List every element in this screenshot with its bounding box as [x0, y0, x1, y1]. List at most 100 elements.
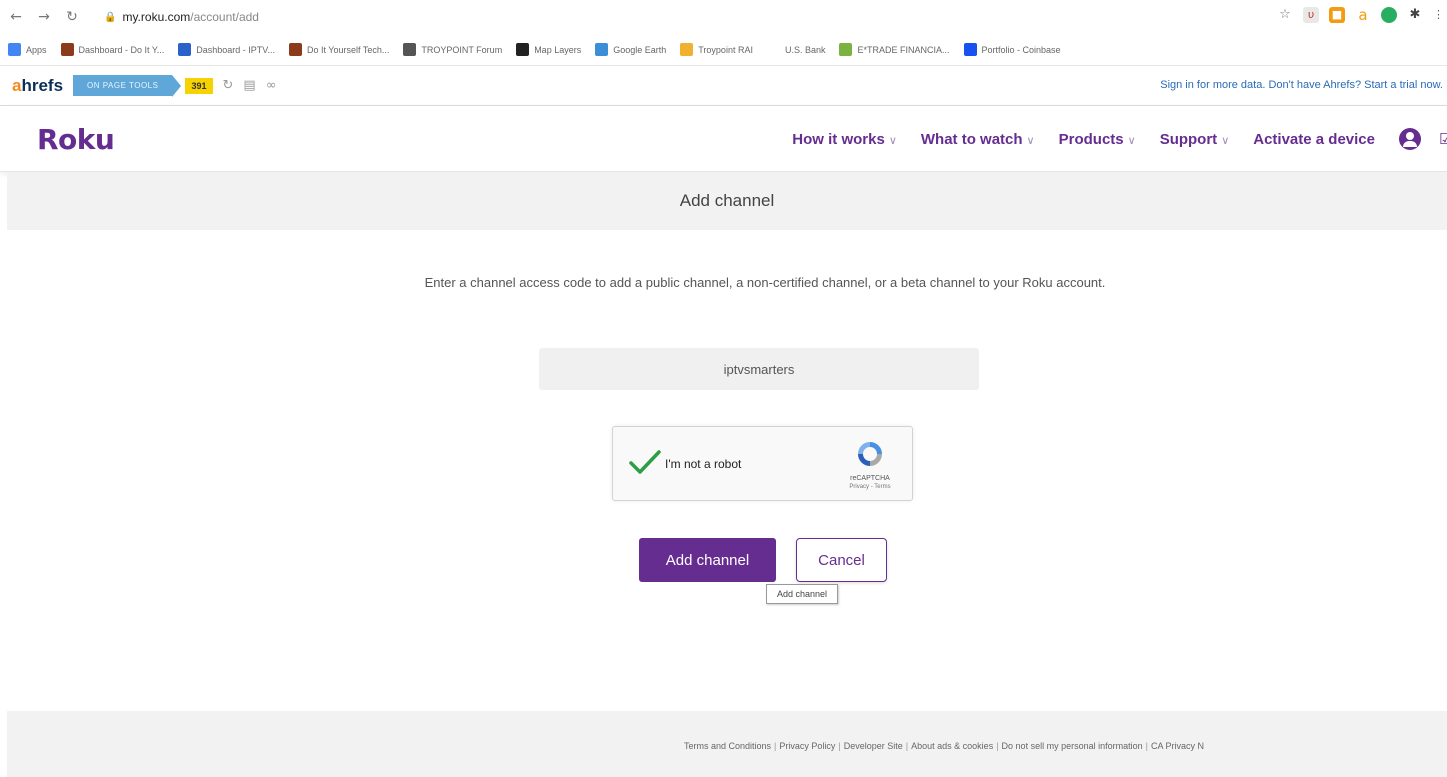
back-arrow-icon[interactable]: ← [4, 9, 28, 25]
nav-what-to-watch-label: What to watch [920, 130, 1023, 148]
bookmark-label: E*TRADE FINANCIA... [857, 44, 950, 55]
nav-products-label: Products [1058, 130, 1124, 148]
chevron-down-icon: ∨ [1026, 134, 1035, 147]
bookmark-item[interactable]: Google Earth [595, 43, 666, 56]
footer-link[interactable]: Do not sell my personal information [1002, 741, 1143, 751]
url-field[interactable]: my.roku.com/account/add [122, 10, 259, 24]
menu-icon[interactable]: ⋮ [1433, 7, 1444, 23]
recaptcha-icon [858, 442, 882, 466]
extension-icons: ☆ υ ■ a ✱ ⋮ [1277, 7, 1444, 23]
recaptcha-widget: I'm not a robot reCAPTCHA Privacy - Term… [612, 426, 913, 501]
dr-badge[interactable]: 391 [185, 77, 213, 94]
bookmark-favicon-icon [766, 43, 780, 56]
page-title: Add channel [679, 191, 775, 210]
bookmark-favicon-icon [60, 43, 74, 56]
bookmark-label: U.S. Bank [784, 44, 826, 55]
browser-address-bar: ← → ↻ 🔒 my.roku.com/account/add ☆ υ ■ a … [0, 0, 1447, 34]
bookmark-favicon-icon [595, 43, 609, 56]
bookmark-favicon-icon [288, 43, 302, 56]
extension-orange-icon[interactable]: ■ [1329, 7, 1345, 23]
nav-support-label: Support [1159, 130, 1218, 148]
roku-logo[interactable]: Roku [37, 123, 115, 156]
bookmark-item[interactable]: Dashboard - Do It Y... [60, 43, 165, 56]
account-user-icon[interactable] [1399, 128, 1421, 150]
reload-icon[interactable]: ↻ [60, 9, 84, 25]
roku-main-nav: How it works ∨ What to watch ∨ Products ∨ S… [792, 128, 1447, 150]
nav-what-to-watch[interactable]: What to watch ∨ [921, 131, 1035, 148]
bookmark-favicon-icon [178, 43, 192, 56]
bookmark-label: Google Earth [613, 44, 667, 55]
roku-header: Roku How it works ∨ What to watch ∨ Produc… [0, 106, 1447, 172]
footer-links: Terms and Conditions | Privacy Policy | Deve… [684, 741, 1204, 751]
on-page-tools-tab[interactable]: ON PAGE TOOLS [73, 75, 173, 96]
bookmark-label: TROYPOINT Forum [421, 44, 503, 55]
nav-activate-device[interactable]: Activate a device [1253, 131, 1375, 148]
checkmark-icon[interactable] [627, 447, 663, 477]
footer-link[interactable]: Privacy Policy [779, 741, 835, 751]
bookmark-label: Portfolio - Coinbase [981, 44, 1061, 55]
chevron-down-icon: ∨ [888, 134, 897, 147]
url-path: /account/add [190, 10, 259, 24]
bookmarks-bar: Apps Dashboard - Do It Y... Dashboard - IP… [0, 34, 1447, 66]
puzzle-icon[interactable]: ✱ [1407, 7, 1423, 23]
recaptcha-links[interactable]: Privacy - Terms [845, 484, 895, 490]
bookmark-favicon-icon [963, 43, 977, 56]
bookmark-item[interactable]: Do It Yourself Tech... [288, 43, 390, 56]
ahrefs-logo[interactable]: ahrefs [12, 76, 63, 96]
footer-separator: | [1145, 741, 1148, 751]
footer-link[interactable]: Developer Site [844, 741, 903, 751]
footer-link[interactable]: About ads & cookies [911, 741, 993, 751]
bookmark-item[interactable]: TROYPOINT Forum [403, 43, 502, 56]
bookmark-label: Apps [26, 44, 47, 55]
cart-icon[interactable]: ☑ [1439, 130, 1447, 148]
chain-icon[interactable]: ∞ [266, 78, 277, 93]
cancel-button[interactable]: Cancel [796, 538, 887, 582]
ahrefs-logo-rest: hrefs [21, 75, 64, 95]
bookmark-item[interactable]: U.S. Bank [766, 43, 826, 56]
bookmark-item[interactable]: Portfolio - Coinbase [963, 43, 1061, 56]
nav-products[interactable]: Products ∨ [1059, 131, 1136, 148]
page-title-band: Add channel [7, 172, 1447, 230]
chevron-down-icon: ∨ [1221, 134, 1230, 147]
footer-separator: | [774, 741, 777, 751]
bookmark-label: Troypoint RAI [698, 44, 753, 55]
link-icon[interactable]: ↻ [223, 78, 234, 93]
star-icon[interactable]: ☆ [1277, 7, 1293, 23]
nav-how-it-works[interactable]: How it works ∨ [792, 131, 897, 148]
bookmark-item[interactable]: Map Layers [516, 43, 581, 56]
bookmark-item[interactable]: Dashboard - IPTV... [178, 43, 275, 56]
bookmark-label: Map Layers [534, 44, 582, 55]
bookmark-item[interactable]: Apps [8, 43, 47, 56]
nav-how-it-works-label: How it works [792, 130, 885, 148]
extension-green-icon[interactable] [1381, 7, 1397, 23]
recaptcha-brand: reCAPTCHA [850, 475, 890, 482]
intro-text: Enter a channel access code to add a pub… [424, 275, 1106, 290]
forward-arrow-icon[interactable]: → [32, 9, 56, 25]
channel-access-code-input[interactable] [539, 348, 979, 390]
add-channel-button[interactable]: Add channel [639, 538, 776, 582]
clipboard-icon[interactable]: ▤ [243, 78, 255, 93]
recaptcha-logo: reCAPTCHA Privacy - Terms [845, 439, 895, 490]
footer: Terms and Conditions | Privacy Policy | Deve… [7, 711, 1447, 777]
bookmark-label: Dashboard - IPTV... [196, 44, 275, 55]
extension-u-icon[interactable]: υ [1303, 7, 1319, 23]
tools-arrow [172, 74, 182, 97]
bookmark-favicon-icon [403, 43, 417, 56]
ahrefs-signin-link[interactable]: Sign in for more data. Don't have Ahrefs… [1160, 79, 1443, 91]
footer-separator: | [996, 741, 999, 751]
ahrefs-toolbar: ahrefs ON PAGE TOOLS 391 ↻ ▤ ∞ Sign in f… [0, 66, 1447, 106]
bookmark-item[interactable]: Troypoint RAI [680, 43, 753, 56]
bookmark-favicon-icon [8, 43, 21, 56]
amazon-icon[interactable]: a [1355, 7, 1371, 23]
bookmark-label: Do It Yourself Tech... [306, 44, 390, 55]
footer-separator: | [905, 741, 909, 751]
nav-support[interactable]: Support ∨ [1160, 131, 1230, 148]
bookmark-label: Dashboard - Do It Y... [78, 44, 165, 55]
footer-link[interactable]: Terms and Conditions [684, 741, 771, 751]
footer-link[interactable]: CA Privacy N [1151, 741, 1204, 751]
url-host: my.roku.com [122, 10, 191, 24]
chevron-down-icon: ∨ [1127, 134, 1136, 147]
bookmark-item[interactable]: E*TRADE FINANCIA... [839, 43, 950, 56]
bookmark-favicon-icon [839, 43, 853, 56]
lock-icon: 🔒 [104, 11, 117, 23]
